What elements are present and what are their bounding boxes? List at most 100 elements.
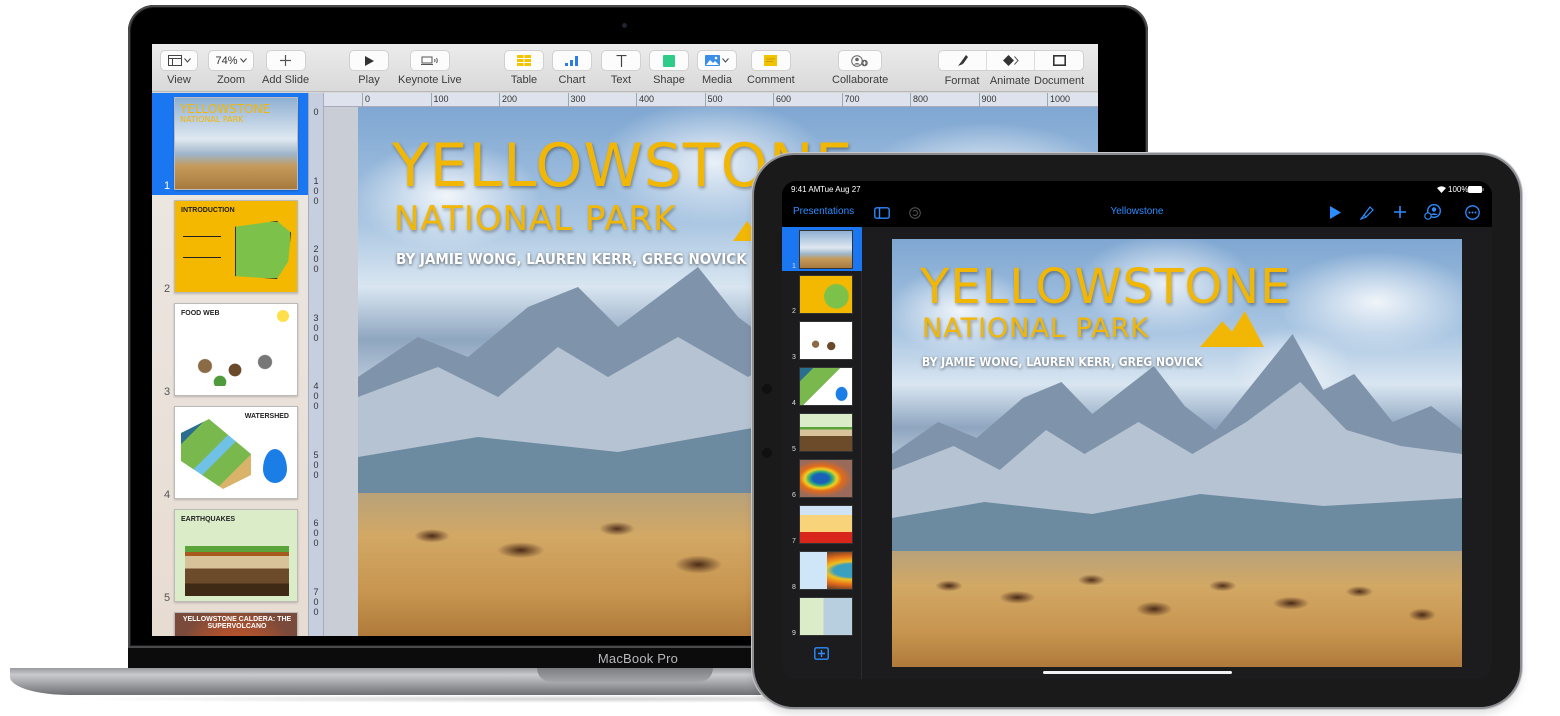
table-button[interactable]: Table (504, 50, 544, 86)
table-label: Table (510, 74, 538, 86)
slide-number: 6 (792, 492, 796, 499)
ruler-tick (704, 93, 706, 107)
inspector-labels: Format Animate Document (938, 75, 1085, 87)
ruler-tick (567, 93, 569, 107)
slide-number: 9 (792, 630, 796, 637)
comment-icon (764, 55, 778, 66)
ruler-tick (773, 93, 774, 107)
ipad-navigator-slide-5[interactable]: 5 (782, 410, 862, 454)
ruler-label: 400 (313, 381, 319, 411)
add-slide-button[interactable]: Add Slide (262, 50, 309, 86)
ipad-sensor (762, 448, 772, 458)
ruler-label: 100 (433, 94, 449, 104)
ipad-navigator-slide-1[interactable]: 1 (782, 227, 862, 271)
slide-subtitle: NATIONAL PARK (394, 199, 677, 239)
wifi-icon (1437, 186, 1446, 193)
media-button[interactable]: Media (697, 50, 737, 86)
yellowstone-map (235, 221, 291, 279)
ipad-navigator-slide-4[interactable]: 4 (782, 364, 862, 408)
keynote-live-button[interactable]: Keynote Live (398, 50, 462, 86)
navigator-slide-5[interactable]: EARTHQUAKES 5 (152, 505, 308, 607)
ipad-slide-navigator: 1 2 3 4 5 6 7 8 9 (782, 227, 862, 679)
horizontal-ruler: 0 100 200 300 400 500 600 700 800 900 1000 (324, 93, 1098, 107)
navigator-slide-6[interactable]: YELLOWSTONE CALDERA: THE SUPERVOLCANO 6 (152, 608, 308, 636)
intro-text-block (183, 236, 221, 258)
slide-number: 2 (164, 283, 171, 295)
slide-thumbnail: WATERSHED (174, 406, 298, 499)
canvas-gutter (324, 93, 358, 636)
ipad-navigator-slide-8[interactable]: 8 (782, 548, 862, 592)
comment-button[interactable]: Comment (747, 50, 795, 86)
document-rect-icon (1052, 55, 1066, 66)
ipad-main-slide-canvas[interactable]: YELLOWSTONE NATIONAL PARK BY JAMIE WONG,… (892, 239, 1462, 667)
table-icon (517, 55, 531, 66)
plus-square-icon[interactable] (814, 647, 829, 660)
slide-number: 2 (792, 308, 796, 315)
ipad-home-indicator[interactable] (1043, 671, 1232, 674)
chart-label: Chart (558, 74, 586, 86)
watershed-illustration (181, 419, 251, 489)
thumb-title: INTRODUCTION (181, 207, 235, 214)
keynote-live-label: Keynote Live (398, 74, 462, 86)
ipad-navigator-slide-6[interactable]: 6 (782, 456, 862, 500)
slide-number: 3 (164, 386, 171, 398)
thumb-title: EARTHQUAKES (181, 516, 236, 523)
ipad-navigator-slide-7[interactable]: 7 (782, 502, 862, 546)
play-button[interactable]: Play (349, 50, 389, 86)
ruler-label: 700 (313, 586, 319, 617)
sidebar-layout-icon (167, 55, 182, 66)
animate-button[interactable] (987, 51, 1035, 70)
play-icon (364, 55, 374, 66)
chart-button[interactable]: Chart (552, 50, 592, 86)
ipad-navigator-slide-3[interactable]: 3 (782, 318, 862, 362)
zoom-label: Zoom (216, 74, 246, 86)
keynote-ipad-window: 9:41 AM Tue Aug 27 100% Presentations Ye… (782, 181, 1492, 679)
ruler-tick (499, 93, 500, 107)
navigator-slide-2[interactable]: INTRODUCTION 2 (152, 196, 308, 298)
plus-icon[interactable] (1394, 206, 1406, 218)
media-label: Media (702, 74, 732, 86)
ipad-navigator-slide-2[interactable]: 2 (782, 272, 862, 316)
slide-number: 8 (792, 584, 796, 591)
slide-authors: BY JAMIE WONG, LAUREN KERR, GREG NOVICK (396, 250, 747, 268)
collaborate-button[interactable]: Collaborate (832, 50, 888, 86)
slide-thumbnail: EARTHQUAKES (174, 509, 298, 602)
ruler-tick (841, 93, 843, 107)
slide-grassland-bison (892, 551, 1462, 667)
ruler-label: 900 (981, 94, 997, 104)
collaborate-icon[interactable] (1424, 204, 1441, 220)
ruler-label: 700 (844, 94, 860, 104)
paintbrush-icon[interactable] (1360, 205, 1374, 220)
ruler-label: 400 (639, 94, 655, 104)
view-button[interactable]: View (160, 50, 198, 86)
text-label: Text (610, 74, 632, 86)
slide-thumbnail: YELLOWSTONE CALDERA: THE SUPERVOLCANO (174, 612, 298, 636)
slide-thumbnail (799, 413, 853, 452)
thumb-subtitle: NATIONAL PARK (180, 115, 244, 124)
slide-number: 5 (164, 592, 171, 604)
play-icon[interactable] (1330, 206, 1341, 219)
shape-button[interactable]: Shape (649, 50, 689, 86)
format-button[interactable] (939, 51, 987, 70)
ipad-navigator-slide-9[interactable]: 9 (782, 594, 862, 638)
format-label: Format (944, 75, 980, 87)
ruler-label: 100 (313, 175, 319, 206)
slide-number: 3 (792, 354, 796, 361)
navigator-slide-4[interactable]: WATERSHED 4 (152, 402, 308, 504)
navigator-slide-1[interactable]: YELLOWSTONE NATIONAL PARK 1 (152, 93, 308, 195)
sun-illustration (277, 310, 289, 322)
navigator-slide-3[interactable]: FOOD WEB 3 (152, 299, 308, 401)
zoom-button[interactable]: 74% Zoom (208, 50, 254, 86)
play-label: Play (358, 74, 380, 86)
battery-icon (1468, 186, 1484, 193)
text-button[interactable]: Text (601, 50, 641, 86)
slide-thumbnail (799, 275, 853, 314)
slide-subtitle: NATIONAL PARK (922, 313, 1150, 344)
document-button[interactable] (1035, 51, 1083, 70)
earth-layers-illustration (185, 546, 289, 596)
more-icon[interactable] (1465, 205, 1480, 220)
slide-thumbnail (799, 321, 853, 360)
thumb-title: YELLOWSTONE (180, 102, 271, 116)
slide-number: 4 (792, 400, 796, 407)
ruler-tick (430, 93, 432, 107)
